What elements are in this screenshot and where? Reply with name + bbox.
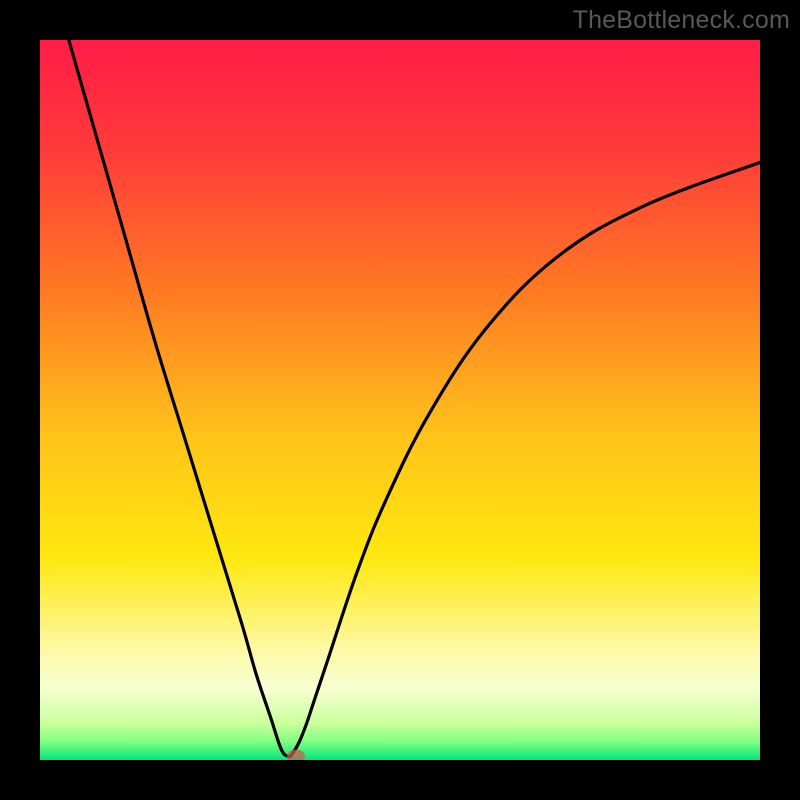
optimal-point-marker bbox=[287, 750, 305, 760]
chart-frame: TheBottleneck.com bbox=[0, 0, 800, 800]
bottleneck-curve bbox=[40, 40, 760, 760]
watermark-text: TheBottleneck.com bbox=[573, 6, 790, 35]
plot-area bbox=[40, 40, 760, 760]
